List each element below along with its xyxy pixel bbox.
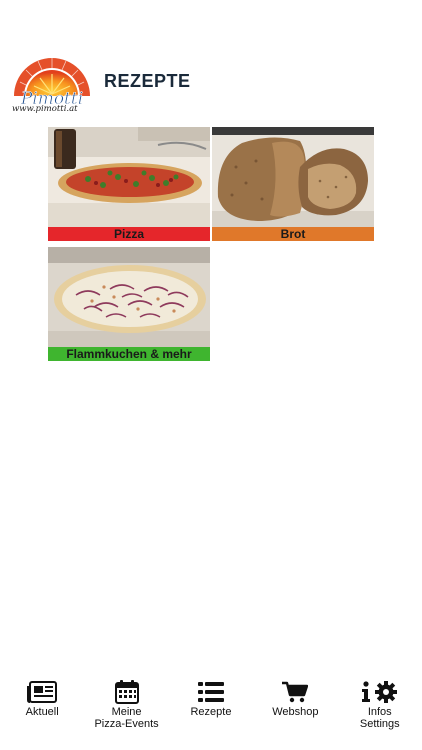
tab-label-pizza-events: Meine Pizza-Events [94, 706, 158, 730]
recipe-tile-brot[interactable]: Brot [212, 127, 374, 241]
pimotti-logo: Pimotti www.pimotti.at [10, 48, 94, 114]
recipe-label-pizza: Pizza [48, 227, 210, 241]
calendar-icon [114, 680, 139, 704]
recipe-tile-flammkuchen[interactable]: Flammkuchen & mehr [48, 247, 210, 361]
newspaper-icon [27, 680, 58, 704]
recipe-label-brot: Brot [212, 227, 374, 241]
tab-bar: Aktuell Meine Pizza-Events Rezepte Websh… [0, 672, 422, 750]
logo-url: www.pimotti.at [12, 104, 78, 114]
tab-webshop[interactable]: Webshop [255, 680, 335, 718]
tab-label-pizza-events-text: Meine Pizza-Events [94, 706, 159, 730]
tab-rezepte[interactable]: Rezepte [171, 680, 251, 718]
recipe-label-flammkuchen: Flammkuchen & mehr [48, 347, 210, 361]
tab-label-webshop: Webshop [272, 706, 319, 718]
list-icon [197, 680, 224, 704]
tab-label-aktuell: Aktuell [25, 706, 59, 718]
tab-label-infos-settings: Infos Settings [360, 706, 400, 730]
tab-label-rezepte: Rezepte [190, 706, 232, 718]
tab-pizza-events[interactable]: Meine Pizza-Events [87, 680, 167, 730]
tab-aktuell[interactable]: Aktuell [2, 680, 82, 718]
recipe-tile-pizza[interactable]: Pizza [48, 127, 210, 241]
tab-label-infos-settings-text: Infos Settings [359, 706, 400, 730]
info-gear-icon [361, 680, 398, 704]
recipe-grid: Pizza Brot Flammkuchen & mehr [48, 127, 374, 361]
page-title: REZEPTE [104, 70, 191, 91]
tab-infos-settings[interactable]: Infos Settings [340, 680, 420, 730]
tarte-flambee-photo [48, 247, 210, 347]
pizza-photo [48, 127, 210, 227]
bread-photo [212, 127, 374, 227]
header: Pimotti www.pimotti.at REZEPTE [10, 46, 422, 116]
cart-icon [282, 680, 309, 704]
